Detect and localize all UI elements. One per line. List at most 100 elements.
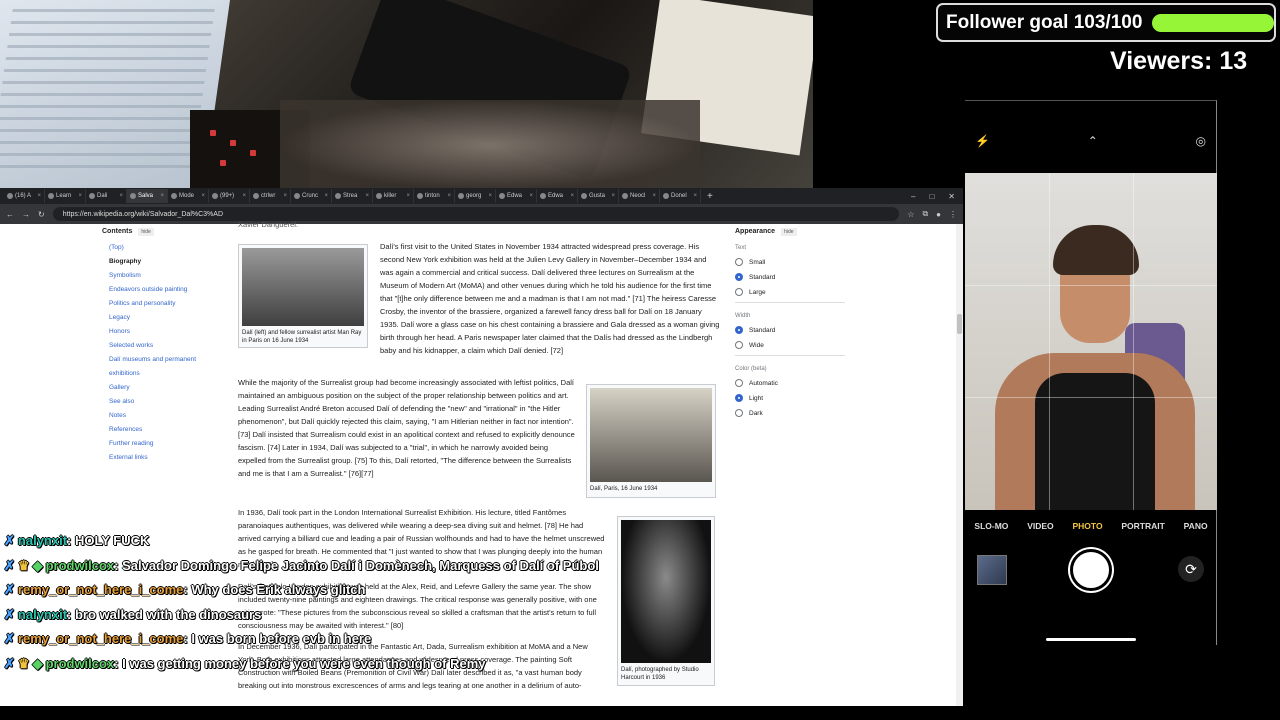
tab-close-icon[interactable]: × <box>488 193 492 199</box>
browser-tab[interactable]: georg × <box>455 189 496 203</box>
browser-tab[interactable]: Edwa × <box>496 189 537 203</box>
option-small[interactable]: Small <box>735 258 845 266</box>
appearance-hide-button[interactable]: hide <box>781 228 797 236</box>
toc-item[interactable]: Dalí museums and permanent exhibitions <box>109 353 222 381</box>
maximize-icon[interactable]: □ <box>929 192 934 201</box>
toc-item[interactable]: Further reading <box>109 437 222 451</box>
tab-close-icon[interactable]: × <box>78 193 82 199</box>
live-photo-icon[interactable]: ◎ <box>1196 134 1206 148</box>
tab-close-icon[interactable]: × <box>652 193 656 199</box>
url-field[interactable]: https://en.wikipedia.org/wiki/Salvador_D… <box>52 207 900 221</box>
camera-mode[interactable]: PHOTO <box>1072 521 1102 531</box>
radio[interactable] <box>735 288 743 296</box>
tab-close-icon[interactable]: × <box>570 193 574 199</box>
tab-close-icon[interactable]: × <box>447 193 451 199</box>
option-large[interactable]: Large <box>735 288 845 296</box>
browser-tab[interactable]: (99+) × <box>209 189 250 203</box>
option-standard[interactable]: Standard <box>735 273 845 281</box>
browser-tab[interactable]: tinton × <box>414 189 455 203</box>
toc-item[interactable]: Politics and personality <box>109 297 222 311</box>
radio[interactable] <box>735 409 743 417</box>
chat-username[interactable]: remy_or_not_here_i_come <box>18 631 183 646</box>
star-icon[interactable]: ☆ <box>907 210 914 219</box>
scrollbar[interactable] <box>956 224 963 706</box>
extensions-icon[interactable]: ⧉ <box>922 209 928 219</box>
browser-tab[interactable]: Edwa × <box>537 189 578 203</box>
browser-tab[interactable]: Crunc × <box>291 189 332 203</box>
browser-tab[interactable]: Strea × <box>332 189 373 203</box>
tab-close-icon[interactable]: × <box>611 193 615 199</box>
tab-close-icon[interactable]: × <box>119 193 123 199</box>
tab-close-icon[interactable]: × <box>529 193 533 199</box>
browser-tab[interactable]: Learn × <box>45 189 86 203</box>
radio-selected[interactable] <box>735 273 743 281</box>
tab-close-icon[interactable]: × <box>324 193 328 199</box>
toc-item[interactable]: See also <box>109 395 222 409</box>
toc-item[interactable]: Symbolism <box>109 269 222 283</box>
radio-selected[interactable] <box>735 394 743 402</box>
tab-close-icon[interactable]: × <box>693 193 697 199</box>
camera-mode[interactable]: PORTRAIT <box>1121 521 1164 531</box>
chat-username[interactable]: nalynxit <box>18 533 67 548</box>
toc-item[interactable]: External links <box>109 451 222 465</box>
tab-close-icon[interactable]: × <box>283 193 287 199</box>
close-icon[interactable]: ✕ <box>948 192 955 201</box>
toc-item[interactable]: Endeavors outside painting <box>109 283 222 297</box>
browser-tab[interactable]: Donel × <box>660 189 701 203</box>
browser-tab[interactable]: Salva × <box>127 189 168 203</box>
toc-item[interactable]: Notes <box>109 409 222 423</box>
browser-tab[interactable]: Gusta × <box>578 189 619 203</box>
radio-selected[interactable] <box>735 326 743 334</box>
profile-icon[interactable]: ● <box>936 210 941 219</box>
browser-tab[interactable]: Neocl × <box>619 189 660 203</box>
toc-item[interactable]: Selected works <box>109 339 222 353</box>
chat-username[interactable]: nalynxit <box>18 607 67 622</box>
tab-close-icon[interactable]: × <box>242 193 246 199</box>
camera-mode[interactable]: VIDEO <box>1027 521 1053 531</box>
scrollbar-thumb[interactable] <box>957 314 962 334</box>
camera-mode[interactable]: PANO <box>1184 521 1208 531</box>
back-icon[interactable]: ← <box>6 210 14 219</box>
toc-item[interactable]: Gallery <box>109 381 222 395</box>
chevron-up-icon[interactable]: ⌃ <box>1088 134 1098 148</box>
toc-item[interactable]: (Top) <box>109 241 222 255</box>
toc-item[interactable]: References <box>109 423 222 437</box>
option-color-automatic[interactable]: Automatic <box>735 379 845 387</box>
browser-tab[interactable]: ctrlwr × <box>250 189 291 203</box>
option-width-standard[interactable]: Standard <box>735 326 845 334</box>
minimize-icon[interactable]: – <box>911 192 915 201</box>
toc-hide-button[interactable]: hide <box>138 228 154 236</box>
camera-mode[interactable]: SLO-MO <box>974 521 1008 531</box>
chat-username[interactable]: remy_or_not_here_i_come <box>18 582 183 597</box>
flip-camera-icon[interactable]: ⟳ <box>1178 556 1204 582</box>
shutter-button[interactable] <box>1070 549 1112 591</box>
tab-close-icon[interactable]: × <box>406 193 410 199</box>
browser-tab[interactable]: killer × <box>373 189 414 203</box>
menu-icon[interactable]: ⋮ <box>949 210 957 219</box>
gallery-thumbnail[interactable] <box>977 555 1007 585</box>
tab-close-icon[interactable]: × <box>160 193 164 199</box>
tab-close-icon[interactable]: × <box>37 193 41 199</box>
radio[interactable] <box>735 258 743 266</box>
chat-username[interactable]: prodwilcox <box>46 656 115 671</box>
browser-tab[interactable]: Mode × <box>168 189 209 203</box>
tab-close-icon[interactable]: × <box>365 193 369 199</box>
option-color-dark[interactable]: Dark <box>735 409 845 417</box>
toc-item[interactable]: Legacy <box>109 311 222 325</box>
browser-tab[interactable]: (16) A × <box>4 189 45 203</box>
new-tab-icon[interactable]: + <box>707 191 713 202</box>
webcam-feed <box>0 0 813 188</box>
option-color-light[interactable]: Light <box>735 394 845 402</box>
toc-item[interactable]: Honors <box>109 325 222 339</box>
chat-username[interactable]: prodwilcox <box>46 558 115 573</box>
reload-icon[interactable]: ↻ <box>38 210 45 219</box>
option-width-wide[interactable]: Wide <box>735 341 845 349</box>
toc-item[interactable]: Biography <box>109 255 222 269</box>
flash-off-icon[interactable]: ⚡ <box>975 134 990 148</box>
paragraph: Dalí's first visit to the United States … <box>380 242 720 355</box>
radio[interactable] <box>735 341 743 349</box>
tab-close-icon[interactable]: × <box>201 193 205 199</box>
forward-icon[interactable]: → <box>22 210 30 219</box>
browser-tab[interactable]: Dali × <box>86 189 127 203</box>
radio[interactable] <box>735 379 743 387</box>
